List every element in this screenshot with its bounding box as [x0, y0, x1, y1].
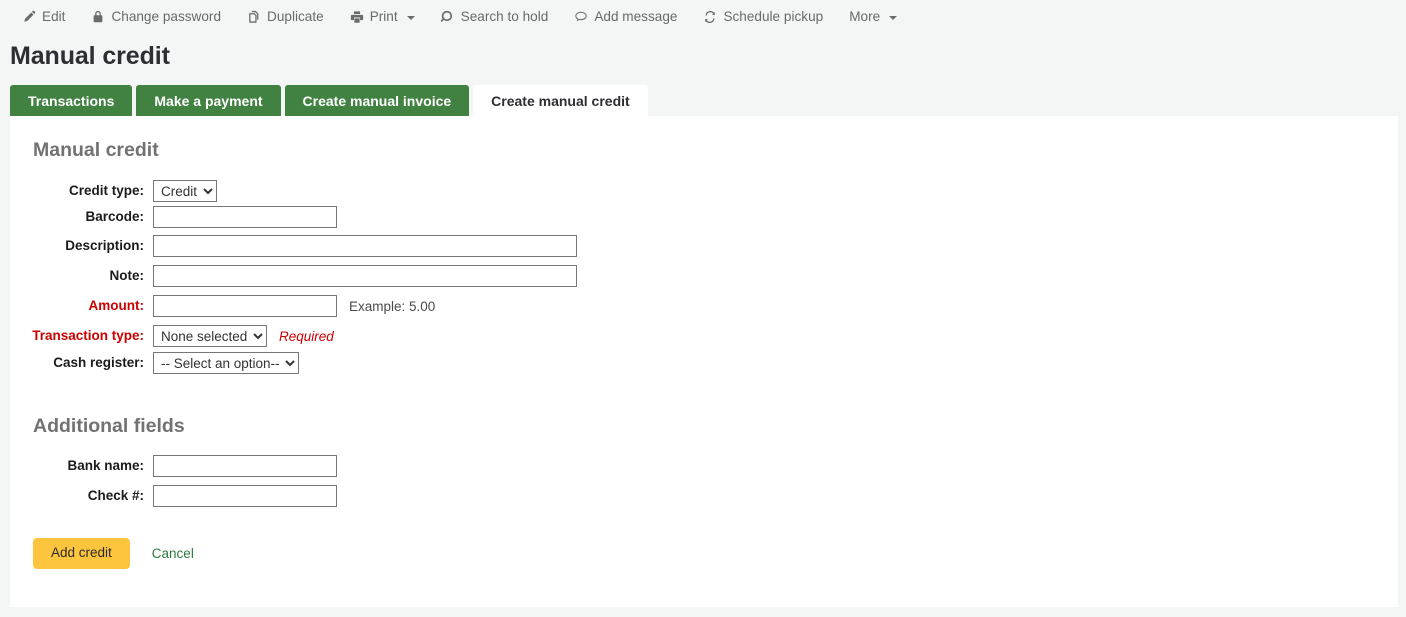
toolbar-print-label: Print	[370, 10, 398, 24]
field-row-barcode: Barcode:	[10, 206, 337, 228]
label-check-number: Check #:	[10, 485, 153, 507]
amount-hint: Example: 5.00	[349, 299, 435, 314]
tab-bar: Transactions Make a payment Create manua…	[10, 85, 1406, 117]
copy-icon	[247, 10, 261, 24]
page-root: Edit Change password Duplicate Print	[0, 0, 1406, 617]
toolbar-edit-label: Edit	[42, 10, 65, 24]
pencil-icon	[22, 10, 36, 24]
form-actions: Add credit Cancel	[33, 538, 194, 569]
toolbar-change-password-label: Change password	[111, 10, 221, 24]
field-row-description: Description:	[10, 235, 577, 257]
lock-icon	[91, 10, 105, 24]
toolbar-print-button[interactable]: Print	[350, 6, 428, 28]
bank-name-input[interactable]	[153, 455, 337, 477]
tab-create-manual-invoice[interactable]: Create manual invoice	[285, 85, 470, 117]
label-description: Description:	[10, 235, 153, 257]
add-credit-button[interactable]: Add credit	[33, 538, 130, 569]
search-icon	[441, 10, 455, 24]
manual-credit-panel: Manual credit Credit type: Credit Barcod…	[10, 116, 1398, 607]
toolbar-more-button[interactable]: More	[849, 6, 910, 28]
transaction-type-select[interactable]: None selected	[153, 325, 267, 347]
toolbar-schedule-pickup-label: Schedule pickup	[723, 10, 823, 24]
page-title: Manual credit	[10, 41, 1406, 71]
toolbar-search-to-hold-label: Search to hold	[461, 10, 549, 24]
field-row-cash-register: Cash register: -- Select an option--	[10, 352, 299, 374]
credit-type-select[interactable]: Credit	[153, 180, 217, 202]
section-heading-additional-fields: Additional fields	[33, 415, 185, 438]
toolbar-duplicate-label: Duplicate	[267, 10, 324, 24]
label-cash-register: Cash register:	[10, 352, 153, 374]
label-bank-name: Bank name:	[10, 455, 153, 477]
barcode-input[interactable]	[153, 206, 337, 228]
label-amount: Amount:	[10, 295, 153, 317]
toolbar-change-password-button[interactable]: Change password	[91, 6, 234, 28]
description-input[interactable]	[153, 235, 577, 257]
check-number-input[interactable]	[153, 485, 337, 507]
refresh-icon	[703, 10, 717, 24]
toolbar-schedule-pickup-button[interactable]: Schedule pickup	[703, 6, 836, 28]
transaction-type-required-note: Required	[279, 329, 334, 344]
chevron-down-icon	[889, 16, 897, 20]
label-note: Note:	[10, 265, 153, 287]
chevron-down-icon	[407, 16, 415, 20]
amount-input[interactable]	[153, 295, 337, 317]
note-input[interactable]	[153, 265, 577, 287]
toolbar-search-to-hold-button[interactable]: Search to hold	[441, 6, 562, 28]
toolbar-duplicate-button[interactable]: Duplicate	[247, 6, 337, 28]
toolbar-edit-button[interactable]: Edit	[22, 6, 78, 28]
field-row-bank-name: Bank name:	[10, 455, 337, 477]
field-row-check-number: Check #:	[10, 485, 337, 507]
field-row-amount: Amount: Example: 5.00	[10, 295, 435, 317]
tab-make-a-payment[interactable]: Make a payment	[136, 85, 280, 117]
label-transaction-type: Transaction type:	[10, 325, 153, 347]
toolbar-add-message-button[interactable]: Add message	[574, 6, 690, 28]
field-row-transaction-type: Transaction type: None selected Required	[10, 325, 334, 347]
tab-transactions[interactable]: Transactions	[10, 85, 132, 117]
printer-icon	[350, 10, 364, 24]
toolbar-add-message-label: Add message	[594, 10, 677, 24]
label-credit-type: Credit type:	[10, 180, 153, 202]
comment-icon	[574, 10, 588, 24]
cash-register-select[interactable]: -- Select an option--	[153, 352, 299, 374]
field-row-credit-type: Credit type: Credit	[10, 180, 217, 202]
section-heading-manual-credit: Manual credit	[33, 139, 159, 162]
tab-create-manual-credit[interactable]: Create manual credit	[473, 85, 648, 117]
label-barcode: Barcode:	[10, 206, 153, 228]
cancel-button[interactable]: Cancel	[152, 546, 194, 561]
action-toolbar: Edit Change password Duplicate Print	[0, 0, 1406, 33]
field-row-note: Note:	[10, 265, 577, 287]
toolbar-more-label: More	[849, 10, 880, 24]
